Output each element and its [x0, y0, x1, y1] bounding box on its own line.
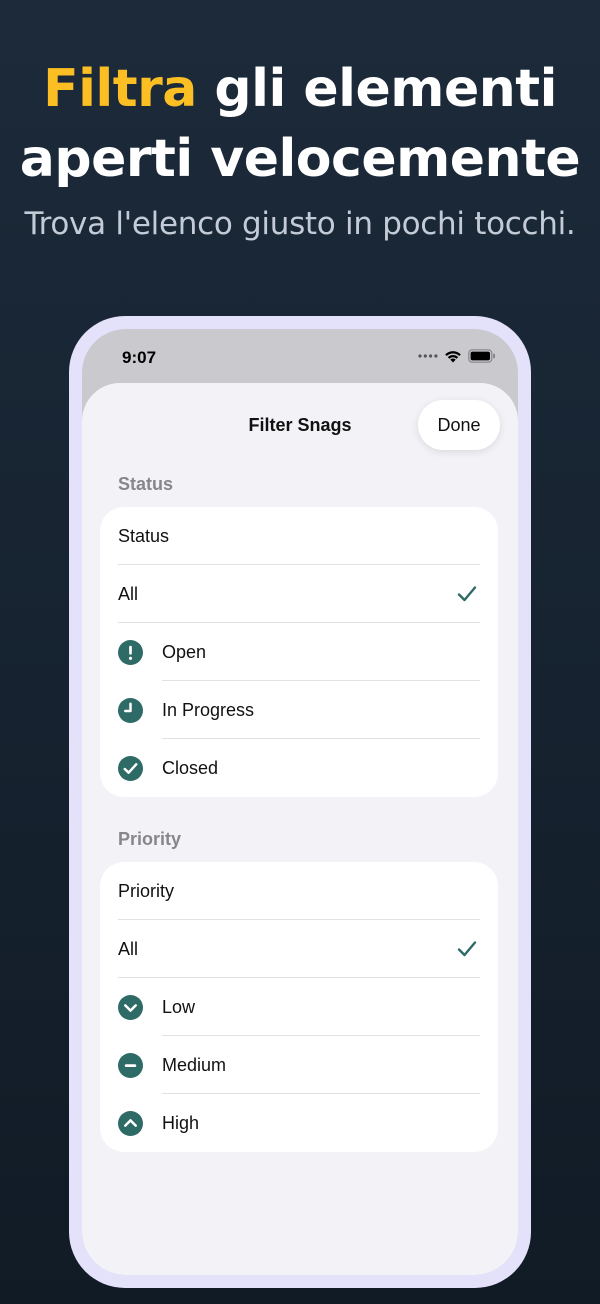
wifi-icon — [445, 351, 461, 363]
priority-picker-label: Priority — [118, 880, 175, 901]
hero-title-accent: Filtra — [43, 59, 197, 119]
hero-title-line2: aperti velocemente — [19, 129, 581, 189]
done-button[interactable]: Done — [418, 400, 500, 450]
clock-icon — [118, 698, 143, 723]
option-label: Closed — [162, 757, 219, 778]
checkmark-icon — [457, 586, 477, 602]
status-option-all[interactable]: All — [100, 565, 498, 623]
chevron-down-circle-icon — [118, 995, 143, 1020]
battery-icon — [468, 349, 495, 363]
status-picker-row: Status — [100, 507, 498, 565]
status-option-in-progress[interactable]: In Progress — [100, 681, 498, 739]
minus-circle-icon — [118, 1053, 143, 1078]
option-label: In Progress — [162, 699, 255, 720]
cellular-dots-icon — [418, 354, 438, 358]
option-label: Medium — [162, 1054, 227, 1075]
status-picker-label: Status — [118, 525, 170, 546]
checkmark-circle-icon — [118, 756, 143, 781]
hero-title: Filtra gli elementi aperti velocemente — [0, 54, 600, 194]
status-card: Status All Open In Progress Closed — [100, 507, 498, 797]
hero-subtitle: Trova l'elenco giusto in pochi tocchi. — [24, 206, 576, 242]
status-option-open[interactable]: Open — [100, 623, 498, 681]
status-icons — [418, 349, 496, 363]
status-bar: 9:07 — [82, 329, 518, 385]
priority-option-medium[interactable]: Medium — [100, 1036, 498, 1094]
checkmark-icon — [457, 941, 477, 957]
phone-screen: 9:07 Filter Snags Done Status Status All… — [82, 329, 518, 1275]
exclamation-circle-icon — [118, 640, 143, 665]
priority-picker-row: Priority — [100, 862, 498, 920]
status-section-header: Status — [118, 474, 174, 494]
option-label: All — [118, 583, 139, 604]
priority-card: Priority All Low Medium High — [100, 862, 498, 1152]
option-label: Open — [162, 641, 207, 662]
option-label: High — [162, 1112, 200, 1133]
priority-option-all[interactable]: All — [100, 920, 498, 978]
option-label: All — [118, 938, 139, 959]
status-option-closed[interactable]: Closed — [100, 739, 498, 797]
priority-option-high[interactable]: High — [100, 1094, 498, 1152]
chevron-up-circle-icon — [118, 1111, 143, 1136]
hero-title-line1: gli elementi — [196, 59, 557, 119]
option-label: Low — [162, 996, 196, 1017]
phone-frame: 9:07 Filter Snags Done Status Status All… — [69, 316, 531, 1288]
status-time: 9:07 — [122, 348, 157, 367]
filter-sheet: Filter Snags Done Status Status All Open — [82, 383, 518, 1275]
priority-section-header: Priority — [118, 829, 182, 849]
priority-option-low[interactable]: Low — [100, 978, 498, 1036]
